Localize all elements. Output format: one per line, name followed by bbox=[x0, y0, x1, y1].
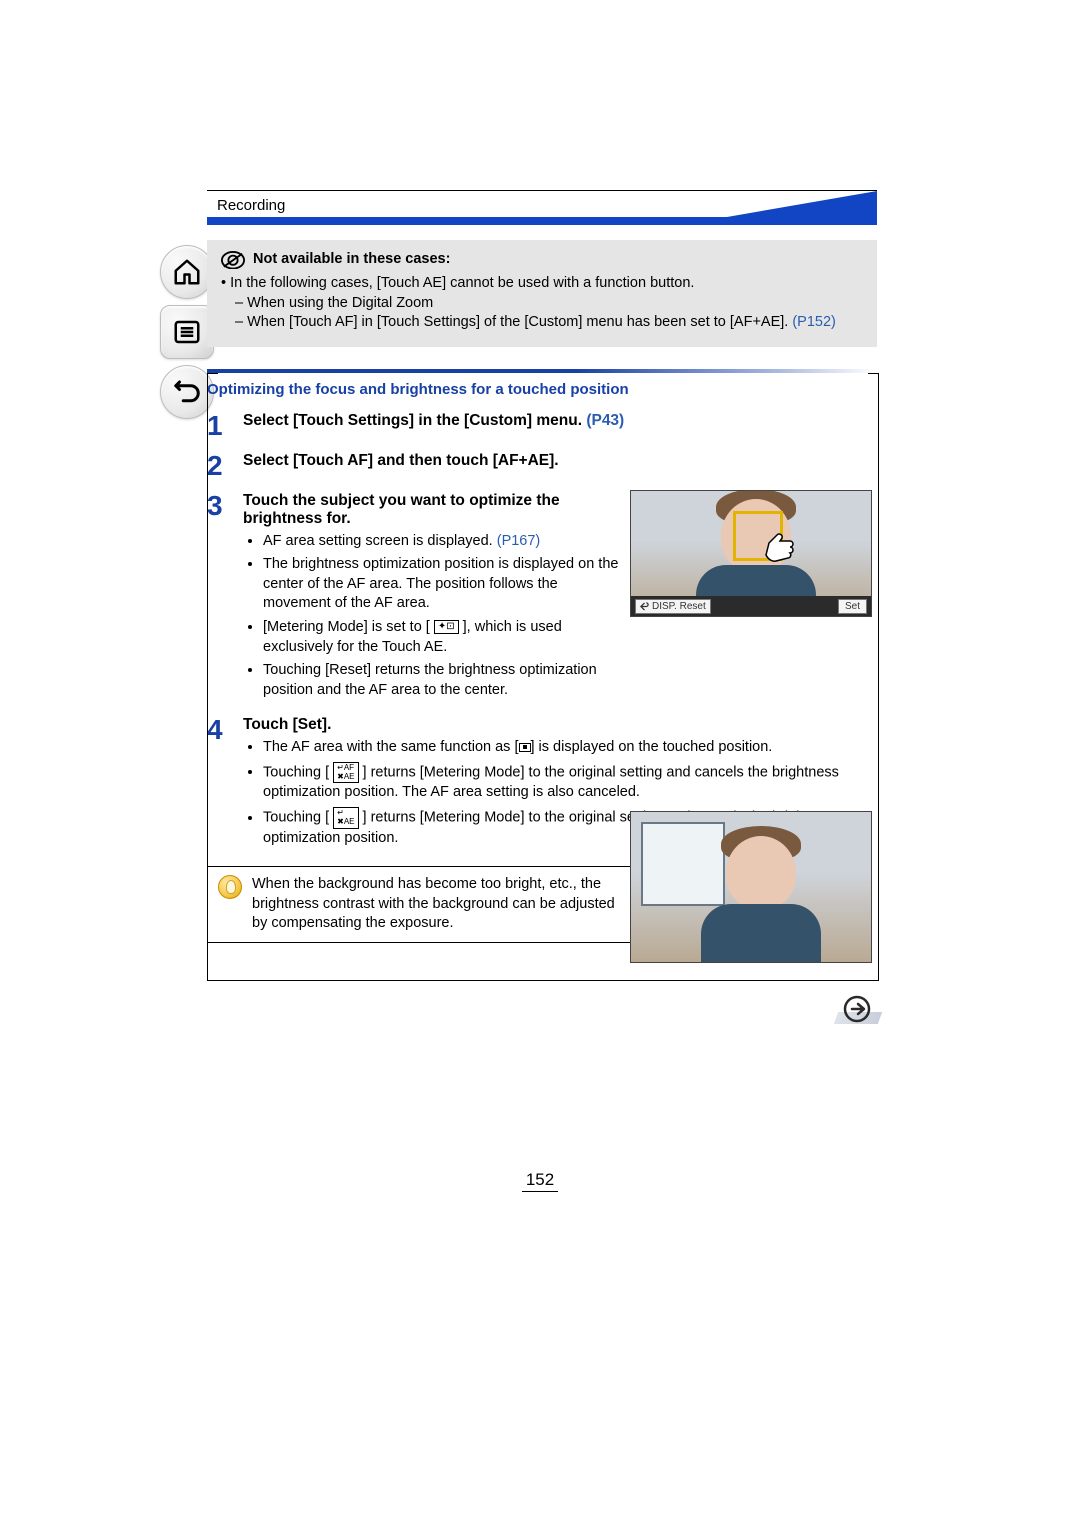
tip-text: When the background has become too brigh… bbox=[252, 875, 626, 934]
next-page-button[interactable] bbox=[842, 994, 878, 1024]
manual-page: Recording bbox=[0, 0, 1080, 1526]
step-bullet: Touching [ ↵AF✖AE ] returns [Metering Mo… bbox=[263, 762, 877, 803]
not-available-icon bbox=[221, 250, 245, 270]
back-small-icon bbox=[640, 602, 649, 611]
example-screenshot-result bbox=[630, 811, 872, 963]
step-2: 2 Select [Touch AF] and then touch [AF+A… bbox=[207, 452, 877, 480]
tip-box: When the background has become too brigh… bbox=[207, 866, 637, 943]
step-heading: Select [Touch AF] and then touch [AF+AE]… bbox=[243, 452, 877, 470]
section-header: Recording bbox=[207, 190, 877, 227]
not-available-box: Not available in these cases: • In the f… bbox=[207, 240, 877, 347]
step-number: 1 bbox=[207, 412, 229, 440]
step-bullet: AF area setting screen is displayed. (P1… bbox=[263, 532, 623, 552]
page-ref-link[interactable]: (P43) bbox=[586, 412, 624, 429]
step-heading: Touch the subject you want to optimize t… bbox=[243, 492, 623, 528]
toc-icon bbox=[172, 317, 202, 347]
nav-toc-button[interactable] bbox=[160, 305, 214, 359]
nav-home-button[interactable] bbox=[160, 245, 214, 299]
step-bullet: [Metering Mode] is set to [ ✦⊡ ], which … bbox=[263, 618, 623, 657]
af-area-icon bbox=[519, 743, 531, 752]
page-ref-link[interactable]: (P167) bbox=[497, 533, 541, 549]
thumb-set-button[interactable]: Set bbox=[838, 599, 867, 614]
not-available-item: – When [Touch AF] in [Touch Settings] of… bbox=[235, 313, 863, 333]
header-decoration bbox=[207, 191, 877, 225]
section-header-label: Recording bbox=[217, 197, 285, 214]
thumb-reset-button[interactable]: DISP. Reset bbox=[635, 599, 711, 614]
thumb-bottom-bar: DISP. Reset Set bbox=[631, 596, 871, 616]
touch-hand-icon bbox=[759, 523, 799, 567]
next-page-icon bbox=[852, 1004, 864, 1014]
page-ref-link[interactable]: (P152) bbox=[792, 314, 836, 330]
step-bullet: The AF area with the same function as []… bbox=[263, 738, 877, 758]
step-number: 2 bbox=[207, 452, 229, 480]
page-number: 152 bbox=[0, 1170, 1080, 1190]
example-screenshot-touch: DISP. Reset Set bbox=[630, 490, 872, 617]
not-available-intro: • In the following cases, [Touch AE] can… bbox=[221, 274, 863, 294]
cancel-afae-icon: ↵AF✖AE bbox=[333, 762, 358, 784]
section-divider bbox=[207, 369, 877, 373]
section-title: Optimizing the focus and brightness for … bbox=[207, 381, 877, 398]
back-icon bbox=[172, 377, 202, 407]
step-1: 1 Select [Touch Settings] in the [Custom… bbox=[207, 412, 877, 440]
step-bullet: Touching [Reset] returns the brightness … bbox=[263, 661, 623, 700]
nav-back-button[interactable] bbox=[160, 365, 214, 419]
home-icon bbox=[172, 257, 202, 287]
step-number: 3 bbox=[207, 492, 229, 705]
step-number: 4 bbox=[207, 716, 229, 852]
not-available-item: – When using the Digital Zoom bbox=[235, 294, 863, 314]
tip-bulb-icon bbox=[218, 875, 242, 899]
step-heading: Touch [Set]. bbox=[243, 716, 877, 734]
cancel-ae-icon: ↵✖AE bbox=[333, 807, 358, 829]
not-available-title: Not available in these cases: bbox=[253, 250, 450, 270]
touch-ae-mode-icon: ✦⊡ bbox=[434, 620, 459, 634]
step-heading: Select [Touch Settings] in the [Custom] … bbox=[243, 412, 877, 430]
step-bullet: The brightness optimization position is … bbox=[263, 555, 623, 614]
